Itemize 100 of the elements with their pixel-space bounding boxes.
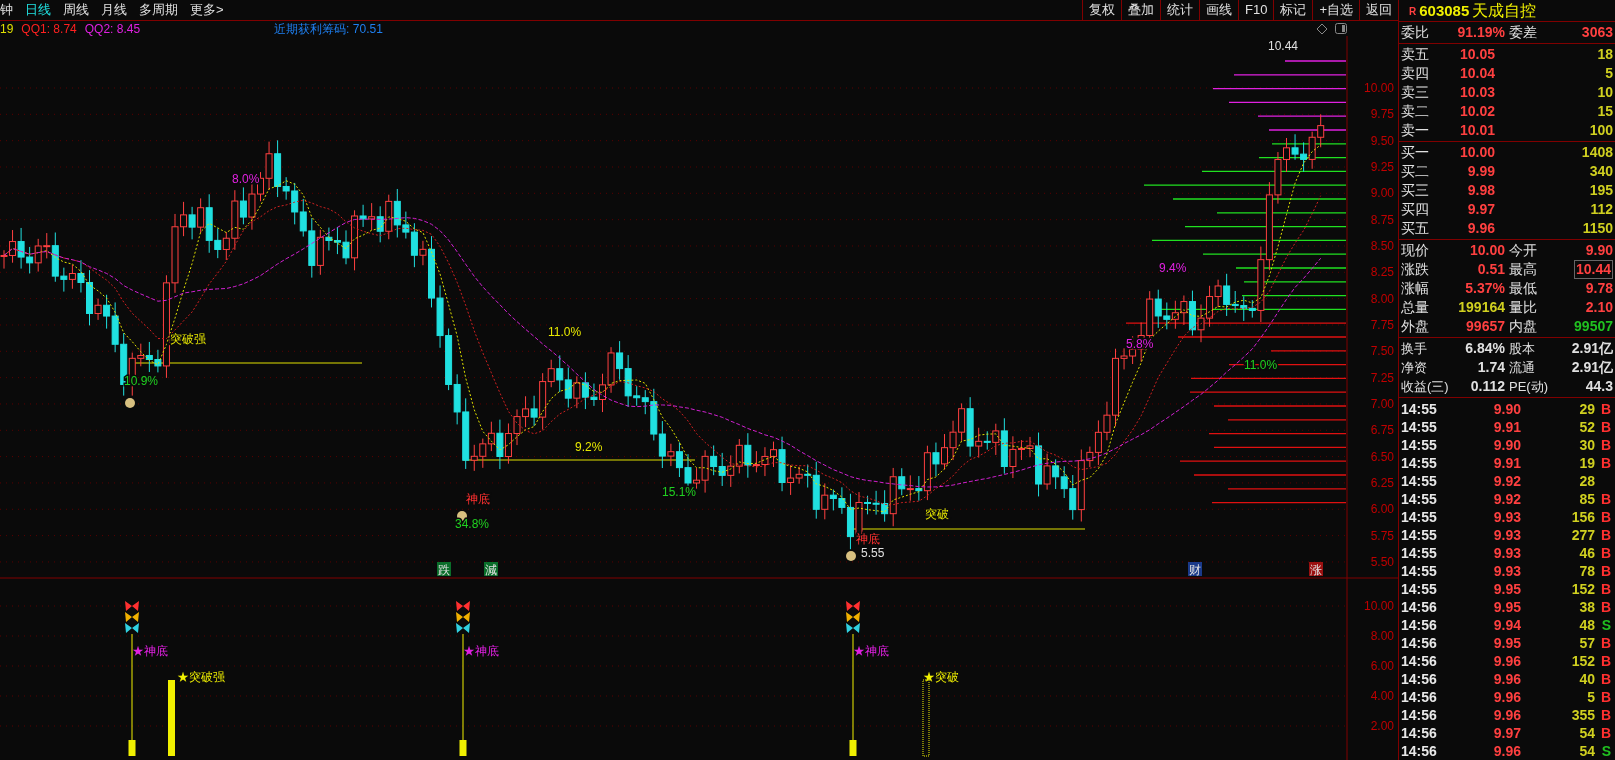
axis-label: 7.00 <box>1370 396 1394 411</box>
trade-time: 14:55 <box>1401 472 1438 490</box>
field-label: 现价 <box>1401 241 1430 260</box>
trade-side: B <box>1600 652 1612 670</box>
trade-time: 14:55 <box>1401 490 1438 508</box>
order-label: 卖一 <box>1401 121 1430 140</box>
axis-label: 8.25 <box>1370 265 1394 280</box>
indicator-legend: QQ2: 8.45 <box>84 19 141 38</box>
order-price: 9.97 <box>1466 200 1495 219</box>
order-price: 10.00 <box>1458 143 1495 162</box>
axis-label: 9.00 <box>1370 186 1394 201</box>
trade-side: B <box>1600 598 1612 616</box>
order-label: 买四 <box>1401 200 1430 219</box>
trade-side: B <box>1600 454 1612 472</box>
trade-price: 9.92 <box>1492 472 1521 490</box>
trade-side: B <box>1600 490 1612 508</box>
trade-side: B <box>1600 526 1612 544</box>
period-tab[interactable]: 多周期 <box>139 0 178 20</box>
order-volume: 1150 <box>1582 219 1613 238</box>
field-value: 10.44 <box>1573 260 1613 279</box>
period-tab[interactable]: 周线 <box>63 0 89 20</box>
field-label: 收益(三) <box>1401 378 1449 396</box>
toolbar-button[interactable]: 叠加 <box>1121 0 1160 20</box>
trade-time: 14:56 <box>1401 598 1438 616</box>
axis-label: 6.00 <box>1370 502 1394 517</box>
trade-side: B <box>1600 580 1612 598</box>
butterfly-icon <box>125 612 139 622</box>
axis-label: 5.75 <box>1370 528 1394 543</box>
axis-label: 9.75 <box>1370 107 1394 122</box>
chart-annotation: 8.0% <box>232 172 260 186</box>
butterfly-icon <box>846 612 860 622</box>
signal-marker: 減 <box>484 562 498 577</box>
toolbar-button[interactable]: 标记 <box>1273 0 1313 20</box>
field-value: 10.00 <box>1469 241 1505 260</box>
period-tab[interactable]: 钟 <box>0 0 13 20</box>
trade-volume: 30 <box>1578 436 1595 454</box>
toolbar-button[interactable]: 返回 <box>1359 0 1398 20</box>
field-label: 内盘 <box>1509 317 1538 336</box>
trade-side: B <box>1600 724 1612 742</box>
signal-label: ★神底 <box>132 644 168 658</box>
axis-label: 7.25 <box>1370 370 1394 385</box>
trade-price: 9.93 <box>1492 508 1521 526</box>
stock-name: 天成自控 <box>1472 1 1537 20</box>
trade-volume: 29 <box>1578 400 1595 418</box>
trade-time: 14:55 <box>1401 526 1438 544</box>
trade-side: B <box>1600 508 1612 526</box>
signal-label: ★神底 <box>463 644 499 658</box>
chart-annotation: 9.4% <box>1159 261 1187 275</box>
order-volume: 112 <box>1590 200 1613 219</box>
trade-price: 9.94 <box>1492 616 1521 634</box>
toolbar-button[interactable]: 复权 <box>1082 0 1121 20</box>
trade-price: 9.91 <box>1492 418 1521 436</box>
order-label: 买一 <box>1401 143 1430 162</box>
order-price: 10.04 <box>1458 64 1495 83</box>
trade-side: S <box>1601 742 1612 760</box>
axis-label: 6.25 <box>1370 475 1394 490</box>
trade-side: B <box>1600 562 1612 580</box>
trade-side: B <box>1600 418 1612 436</box>
field-label: PE(动) <box>1509 378 1548 396</box>
axis-label: 2.00 <box>1370 719 1394 733</box>
trade-volume: 277 <box>1570 526 1595 544</box>
order-volume: 18 <box>1597 45 1613 64</box>
trade-time: 14:55 <box>1401 580 1438 598</box>
order-label: 买三 <box>1401 181 1430 200</box>
indicator-legend: 近期获利筹码: 70.51 <box>274 19 383 38</box>
toolbar-button[interactable]: F10 <box>1238 0 1274 20</box>
period-tab[interactable]: 月线 <box>101 0 127 20</box>
axis-label: 10.00 <box>1363 599 1394 613</box>
period-tab[interactable]: 更多> <box>190 0 224 20</box>
order-label: 买五 <box>1401 219 1430 238</box>
field-label: 今开 <box>1509 241 1538 260</box>
trade-side: B <box>1600 670 1612 688</box>
field-value: 91.19% <box>1457 23 1505 42</box>
chart-annotation: 10.44 <box>1268 39 1299 53</box>
order-volume: 195 <box>1589 181 1613 200</box>
signal-label: ★神底 <box>853 644 889 658</box>
axis-label: 6.00 <box>1370 659 1394 673</box>
trade-side: B <box>1600 436 1612 454</box>
trade-volume: 46 <box>1578 544 1595 562</box>
trade-volume: 152 <box>1570 580 1595 598</box>
trade-volume: 54 <box>1578 724 1595 742</box>
order-volume: 1408 <box>1581 143 1613 162</box>
toolbar-button[interactable]: 统计 <box>1160 0 1199 20</box>
period-tab[interactable]: 日线 <box>25 0 51 20</box>
panel-toggle-icon[interactable] <box>1335 23 1347 34</box>
field-label: 净资 <box>1401 359 1427 377</box>
diamond-icon[interactable] <box>1317 24 1327 34</box>
trade-volume: 52 <box>1578 418 1595 436</box>
stock-code: 603085 <box>1419 1 1470 20</box>
toolbar-button[interactable]: 画线 <box>1199 0 1238 20</box>
trade-time: 14:56 <box>1401 688 1438 706</box>
axis-label: 5.50 <box>1370 554 1394 569</box>
trade-price: 9.90 <box>1492 436 1521 454</box>
toolbar-button[interactable]: +自选 <box>1312 0 1359 20</box>
trade-side: B <box>1600 634 1612 652</box>
trade-time: 14:55 <box>1401 454 1438 472</box>
trade-time: 14:56 <box>1401 706 1438 724</box>
trade-time: 14:56 <box>1401 742 1438 760</box>
signal-label: ★突破 <box>923 670 959 684</box>
field-value: 2.10 <box>1585 298 1613 317</box>
